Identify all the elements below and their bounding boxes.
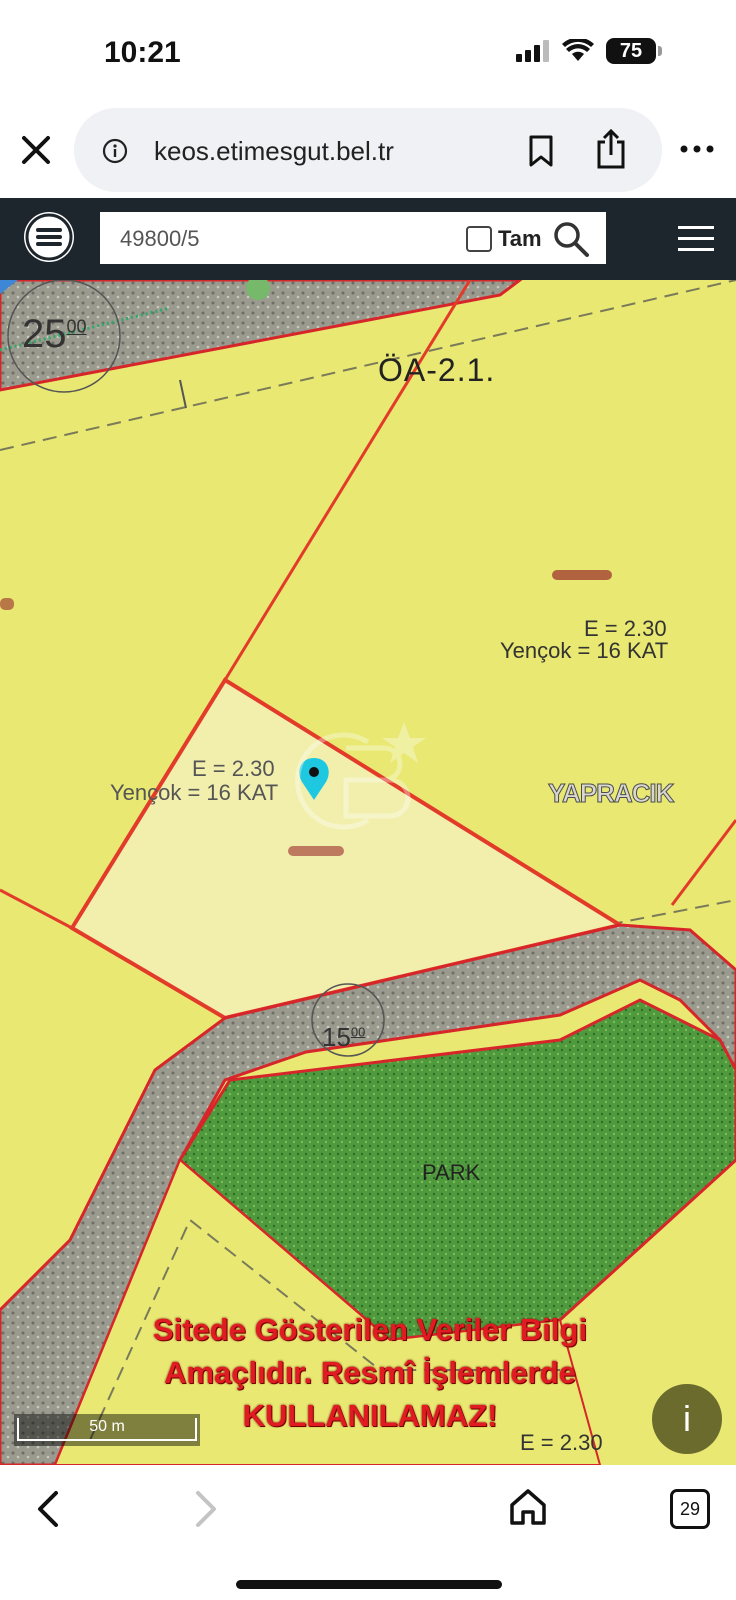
scale-label: 50 m bbox=[89, 1418, 125, 1435]
url-text: keos.etimesgut.bel.tr bbox=[154, 136, 394, 166]
scale-bar: 50 m bbox=[14, 1414, 200, 1446]
map-canvas bbox=[0, 280, 736, 1465]
status-icons: 75 bbox=[516, 38, 662, 64]
parcel-number-blur-2 bbox=[288, 846, 344, 856]
close-icon[interactable] bbox=[18, 132, 54, 168]
share-icon[interactable] bbox=[594, 128, 628, 170]
signal-icon bbox=[516, 40, 549, 62]
parcel-number-blur-3 bbox=[0, 598, 14, 610]
parcel-height-label: Yençok = 16 KAT bbox=[110, 780, 279, 805]
browser-bar: keos.etimesgut.bel.tr bbox=[0, 100, 736, 198]
zone-label: ÖA-2.1. bbox=[378, 352, 496, 388]
road-width-mid-sup: 00 bbox=[350, 1024, 366, 1040]
layers-button[interactable] bbox=[24, 212, 74, 262]
map-toolbar: 49800/5 Tam bbox=[0, 198, 736, 280]
road-width-mid-value: 15 bbox=[322, 1022, 351, 1052]
search-icon[interactable] bbox=[552, 220, 590, 258]
parcel-density-label: E = 2.30 bbox=[192, 756, 275, 781]
site-info-icon[interactable] bbox=[102, 138, 128, 164]
battery-icon: 75 bbox=[606, 38, 662, 64]
parcel-search-box[interactable]: 49800/5 Tam bbox=[100, 212, 606, 264]
zoning-map[interactable]: ÖA-2.1. E = 2.30 Yençok = 16 KAT E = 2.3… bbox=[0, 280, 736, 1465]
home-icon[interactable] bbox=[506, 1485, 550, 1529]
search-input[interactable]: 49800/5 bbox=[120, 226, 200, 252]
menu-icon[interactable] bbox=[676, 224, 716, 254]
layers-icon bbox=[25, 213, 73, 261]
info-button[interactable]: i bbox=[652, 1384, 722, 1454]
road-width-top-sup: 00 bbox=[66, 316, 87, 337]
road-width-mid-label: 1500 bbox=[322, 1022, 365, 1053]
park-label: PARK bbox=[422, 1160, 481, 1185]
status-bar: 10:21 75 bbox=[0, 0, 736, 100]
parcel-number-blur bbox=[552, 570, 612, 580]
road-width-top-value: 25 bbox=[22, 312, 67, 356]
tam-checkbox[interactable] bbox=[466, 226, 492, 252]
road-width-top-label: 2500 bbox=[22, 312, 87, 357]
browser-bottom-nav: 29 bbox=[0, 1465, 736, 1600]
home-indicator bbox=[236, 1580, 502, 1589]
disclaimer-line-1: Sitede Gösterilen Veriler Bilgi bbox=[152, 1312, 588, 1347]
district-label: YAPRACIK bbox=[547, 778, 674, 809]
tam-label: Tam bbox=[498, 226, 542, 251]
wifi-icon bbox=[562, 39, 594, 61]
status-time: 10:21 bbox=[104, 36, 181, 69]
back-icon[interactable] bbox=[28, 1487, 68, 1531]
height-label: Yençok = 16 KAT bbox=[500, 638, 669, 663]
disclaimer-line-2: Amaçlıdır. Resmî İşlemlerde bbox=[164, 1355, 576, 1390]
more-options-icon[interactable] bbox=[680, 144, 714, 154]
forward-icon[interactable] bbox=[186, 1487, 226, 1531]
address-bar[interactable]: keos.etimesgut.bel.tr bbox=[74, 108, 662, 192]
bookmark-icon[interactable] bbox=[526, 134, 556, 168]
tabs-button[interactable]: 29 bbox=[670, 1489, 710, 1529]
